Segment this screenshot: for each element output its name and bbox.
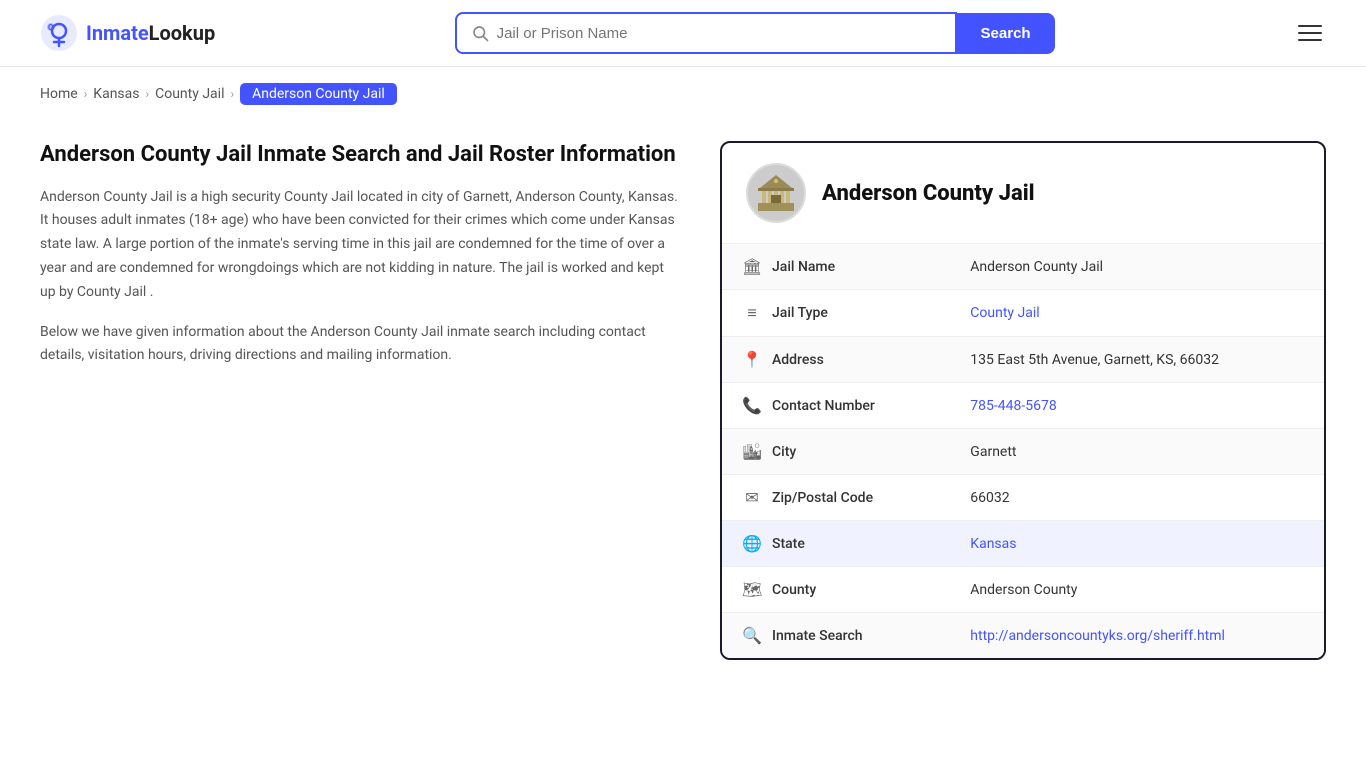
row-icon: 🏙 [742, 442, 762, 461]
info-table: 🏛 Jail Name Anderson County Jail ≡ Jail Type… [722, 244, 1324, 658]
breadcrumb-active: Anderson County Jail [240, 83, 397, 105]
info-label: Jail Name [772, 259, 835, 275]
description-2: Below we have given information about th… [40, 321, 680, 369]
logo-area: Q InmateInmateLookupLookup [40, 14, 215, 52]
header: Q InmateInmateLookupLookup Search [0, 0, 1366, 67]
row-icon: ≡ [742, 303, 762, 323]
row-icon: ✉ [742, 488, 762, 507]
info-row: 🏛 Jail Name Anderson County Jail [722, 244, 1324, 290]
logo-text: InmateInmateLookupLookup [86, 21, 215, 45]
info-row: 🏙 City Garnett [722, 429, 1324, 475]
info-row: 📞 Contact Number 785-448-5678 [722, 383, 1324, 429]
info-label-cell: ✉ Zip/Postal Code [722, 475, 950, 520]
search-icon [471, 24, 489, 42]
jail-avatar [746, 163, 806, 223]
info-label-cell: 🏙 City [722, 429, 950, 474]
info-value-link[interactable]: County Jail [970, 305, 1039, 321]
card-header: Anderson County Jail [722, 143, 1324, 244]
info-value-cell: Garnett [950, 429, 1324, 475]
info-value-link[interactable]: http://andersoncountyks.org/sheriff.html [970, 628, 1225, 644]
info-label: City [772, 444, 796, 460]
info-value-cell[interactable]: Kansas [950, 521, 1324, 567]
info-label: County [772, 582, 816, 598]
page-title: Anderson County Jail Inmate Search and J… [40, 141, 680, 170]
menu-line-2 [1298, 32, 1322, 34]
chevron-icon-1: › [84, 87, 88, 101]
description-1: Anderson County Jail is a high security … [40, 186, 680, 305]
chevron-icon-2: › [146, 87, 150, 101]
info-value-cell[interactable]: 785-448-5678 [950, 383, 1324, 429]
row-icon: 🌐 [742, 534, 762, 553]
info-label: Contact Number [772, 398, 875, 414]
row-icon: 📍 [742, 350, 762, 369]
info-value-cell: 135 East 5th Avenue, Garnett, KS, 66032 [950, 337, 1324, 383]
info-value-cell[interactable]: County Jail [950, 290, 1324, 337]
logo-inmate: Inmate [86, 21, 149, 45]
info-row: 🔍 Inmate Search http://andersoncountyks.or… [722, 613, 1324, 659]
info-label: Inmate Search [772, 628, 863, 644]
info-label-cell: 🏛 Jail Name [722, 244, 950, 289]
left-panel: Anderson County Jail Inmate Search and J… [40, 141, 680, 384]
info-value-cell: Anderson County Jail [950, 244, 1324, 290]
info-label: Address [772, 352, 824, 368]
info-row: 🌐 State Kansas [722, 521, 1324, 567]
info-row: 🗺 County Anderson County [722, 567, 1324, 613]
menu-line-1 [1298, 25, 1322, 27]
info-row: ≡ Jail Type County Jail [722, 290, 1324, 337]
info-row: ✉ Zip/Postal Code 66032 [722, 475, 1324, 521]
search-input[interactable] [497, 25, 941, 42]
svg-text:Q: Q [48, 23, 54, 32]
search-wrapper [455, 12, 957, 54]
info-label: Jail Type [772, 305, 828, 321]
menu-button[interactable] [1294, 21, 1326, 45]
breadcrumb-kansas[interactable]: Kansas [93, 86, 139, 102]
info-value-link[interactable]: Kansas [970, 536, 1016, 552]
info-value-cell[interactable]: http://andersoncountyks.org/sheriff.html [950, 613, 1324, 659]
row-icon: 📞 [742, 396, 762, 415]
info-value-cell: Anderson County [950, 567, 1324, 613]
info-label-cell: 📞 Contact Number [722, 383, 950, 428]
info-value-cell: 66032 [950, 475, 1324, 521]
info-label: State [772, 536, 805, 552]
info-label-cell: 🌐 State [722, 521, 950, 566]
logo-icon: Q [40, 14, 78, 52]
search-area: Search [455, 12, 1055, 54]
info-label: Zip/Postal Code [772, 490, 873, 506]
info-label-cell: 🗺 County [722, 567, 950, 612]
main-content: Anderson County Jail Inmate Search and J… [0, 121, 1366, 700]
breadcrumb: Home › Kansas › County Jail › Anderson C… [0, 67, 1366, 121]
card-jail-name: Anderson County Jail [822, 181, 1035, 206]
info-value-link[interactable]: 785-448-5678 [970, 398, 1056, 414]
row-icon: 🗺 [742, 580, 762, 599]
info-label-cell: ≡ Jail Type [722, 290, 950, 336]
row-icon: 🏛 [742, 257, 762, 276]
row-icon: 🔍 [742, 626, 762, 645]
info-label-cell: 🔍 Inmate Search [722, 613, 950, 658]
menu-line-3 [1298, 39, 1322, 41]
info-label-cell: 📍 Address [722, 337, 950, 382]
breadcrumb-county-jail[interactable]: County Jail [155, 86, 224, 102]
breadcrumb-home[interactable]: Home [40, 86, 78, 102]
info-card: Anderson County Jail 🏛 Jail Name Anderson … [720, 141, 1326, 660]
search-button[interactable]: Search [957, 13, 1055, 54]
info-row: 📍 Address 135 East 5th Avenue, Garnett, KS… [722, 337, 1324, 383]
chevron-icon-3: › [230, 87, 234, 101]
courthouse-icon [754, 171, 798, 215]
